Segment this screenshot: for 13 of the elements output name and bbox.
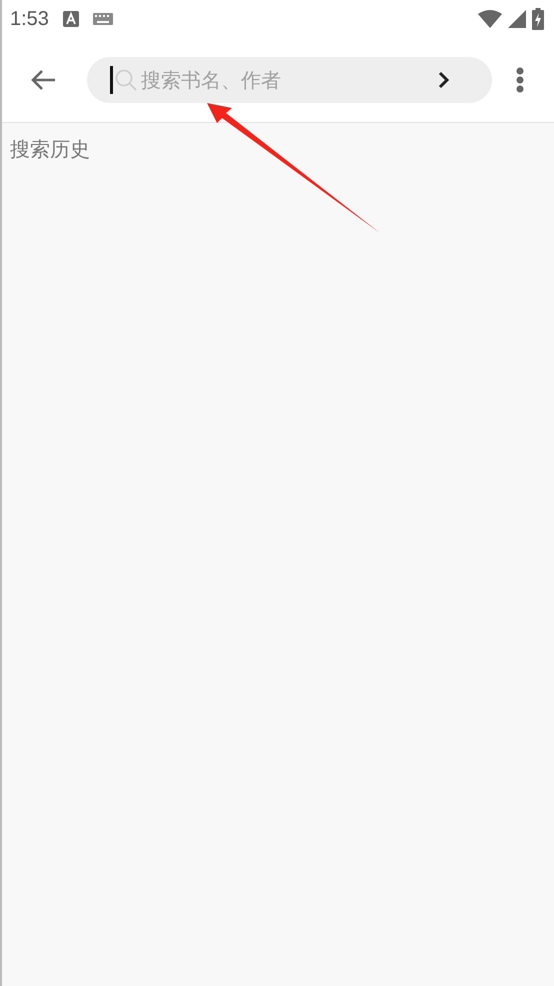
battery-icon — [532, 8, 544, 30]
wifi-icon — [478, 10, 502, 28]
search-icon — [115, 69, 137, 91]
search-bar[interactable]: 搜索书名、作者 — [87, 57, 492, 103]
signal-icon — [508, 10, 526, 28]
keyboard-icon — [92, 13, 113, 25]
more-options-icon[interactable] — [516, 67, 524, 93]
status-time: 1:53 — [10, 8, 49, 30]
back-arrow-icon[interactable] — [30, 69, 56, 91]
text-input-icon — [62, 11, 79, 27]
section-title: 搜索历史 — [10, 137, 90, 161]
search-field[interactable]: 搜索书名、作者 — [137, 68, 438, 92]
chevron-right-icon[interactable] — [438, 71, 450, 89]
